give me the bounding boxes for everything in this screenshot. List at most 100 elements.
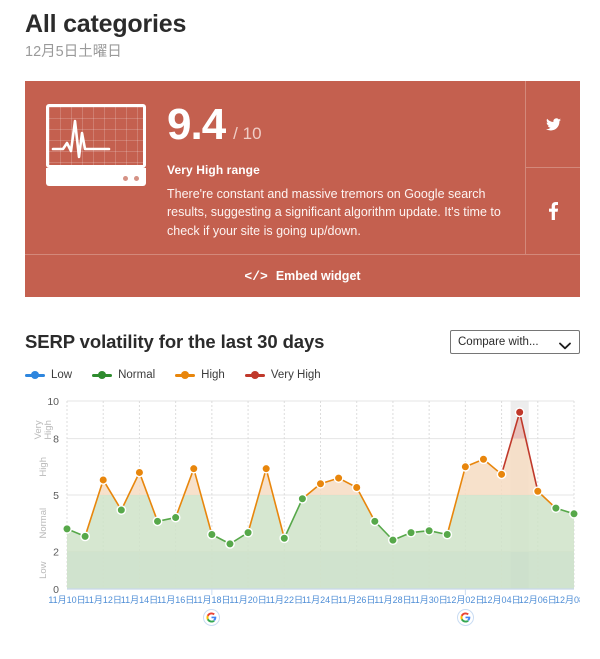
x-tick-label: 11月24日	[302, 595, 339, 605]
google-update-icon[interactable]	[456, 609, 474, 626]
band-label-normal: Normal	[38, 508, 49, 539]
data-point[interactable]	[188, 463, 199, 474]
twitter-icon	[545, 117, 561, 131]
legend-marker-icon	[244, 370, 265, 380]
data-point[interactable]	[333, 473, 344, 483]
chart-plot-area: 0 2 5 8 10 Very High High Normal Low 11月10日 11月12日 1…	[25, 393, 580, 626]
data-point[interactable]	[134, 467, 145, 478]
y-tick-label: 8	[53, 434, 59, 446]
x-tick-label: 11月12日	[85, 595, 122, 605]
data-point[interactable]	[388, 535, 398, 546]
data-point[interactable]	[532, 486, 543, 497]
data-point[interactable]	[569, 508, 579, 519]
data-point[interactable]	[514, 407, 525, 418]
score-value: 9.4	[167, 100, 226, 149]
facebook-icon	[548, 202, 558, 220]
share-column	[525, 81, 580, 254]
score-description: There're constant and massive tremors on…	[167, 187, 501, 238]
legend-item-normal[interactable]: Normal	[92, 369, 155, 381]
legend-item-very-high[interactable]: Very High	[244, 369, 321, 381]
embed-widget-label: Embed widget	[275, 269, 361, 283]
monitor-heartbeat-icon	[46, 104, 146, 186]
legend-label: Normal	[118, 369, 156, 381]
x-tick-label: 11月28日	[374, 595, 411, 605]
data-point[interactable]	[152, 516, 163, 527]
x-tick-label: 11月18日	[193, 595, 230, 605]
score-row: 9.4 / 10	[167, 103, 503, 147]
code-icon: </>	[244, 268, 268, 284]
data-point[interactable]	[279, 533, 290, 544]
score-max: / 10	[233, 124, 262, 143]
x-tick-label: 12月08日	[555, 595, 580, 605]
chart-legend: Low Normal High Very High	[25, 369, 580, 381]
data-point[interactable]	[351, 482, 362, 493]
legend-item-low[interactable]: Low	[25, 369, 72, 381]
data-point[interactable]	[206, 529, 217, 540]
x-tick-label: 11月10日	[48, 595, 85, 605]
legend-marker-icon	[92, 370, 113, 380]
y-tick-label: 5	[53, 490, 59, 502]
band-label-high: High	[38, 457, 49, 477]
legend-marker-icon	[25, 370, 45, 380]
x-tick-label: 12月04日	[483, 595, 521, 605]
legend-label: Low	[51, 369, 73, 381]
legend-label: Very High	[270, 369, 321, 381]
compare-select-wrap: Compare with...	[450, 330, 580, 354]
page-date: 12月5日土曜日	[25, 43, 122, 60]
data-point[interactable]	[62, 523, 72, 534]
data-point[interactable]	[116, 505, 127, 515]
x-tick-label: 11月26日	[338, 595, 375, 605]
svg-text:High: High	[38, 457, 49, 477]
x-tick-label: 11月14日	[121, 595, 158, 605]
score-range-label: Very High range	[167, 163, 260, 177]
data-point[interactable]	[80, 531, 91, 542]
monitor-led-2	[134, 176, 139, 181]
chart-card: SERP volatility for the last 30 days Com…	[25, 330, 580, 626]
band-label-low: Low	[38, 561, 49, 579]
monitor-base	[46, 168, 146, 186]
compare-with-select[interactable]: Compare with...	[450, 330, 580, 354]
y-tick-label: 10	[47, 396, 59, 408]
data-point[interactable]	[261, 463, 272, 474]
volatility-score-banner: 9.4 / 10 Very High range There're consta…	[25, 81, 580, 297]
chart-header: SERP volatility for the last 30 days Com…	[25, 330, 580, 354]
legend-marker-icon	[175, 370, 196, 380]
share-twitter-button[interactable]	[526, 81, 580, 167]
banner-score-area: 9.4 / 10 Very High range There're consta…	[167, 81, 525, 254]
monitor-screen	[46, 104, 146, 168]
data-point[interactable]	[369, 516, 380, 527]
band-label-very-high: Very High	[33, 420, 54, 440]
page-header: All categories 12月5日土曜日	[0, 0, 600, 61]
svg-text:Normal: Normal	[38, 508, 49, 539]
x-tick-label: 12月06日	[519, 595, 557, 605]
legend-item-high[interactable]: High	[175, 369, 225, 381]
data-point[interactable]	[170, 512, 181, 523]
data-point[interactable]	[98, 475, 109, 485]
y-tick-label: 2	[53, 546, 59, 558]
banner-icon-area	[25, 81, 167, 254]
serp-volatility-page: All categories 12月5日土曜日 9.4 / 10 Very Hi…	[0, 0, 600, 659]
x-tick-label: 11月30日	[410, 595, 447, 605]
legend-label: High	[201, 369, 225, 381]
data-point[interactable]	[442, 529, 453, 540]
embed-widget-button[interactable]: </> Embed widget	[25, 254, 580, 297]
data-point[interactable]	[478, 454, 489, 465]
data-point[interactable]	[406, 527, 416, 538]
x-tick-label: 12月02日	[446, 595, 484, 605]
data-point[interactable]	[460, 461, 471, 472]
data-point[interactable]	[297, 493, 308, 504]
x-tick-label: 11月20日	[229, 595, 266, 605]
svg-text:Low: Low	[38, 561, 49, 579]
data-point[interactable]	[496, 469, 507, 480]
page-title: All categories	[25, 10, 187, 38]
data-point[interactable]	[243, 527, 253, 538]
x-tick-label: 11月22日	[266, 595, 303, 605]
banner-main-row: 9.4 / 10 Very High range There're consta…	[25, 81, 580, 254]
data-point[interactable]	[424, 525, 435, 536]
share-facebook-button[interactable]	[526, 167, 580, 254]
data-point[interactable]	[550, 503, 561, 514]
data-point[interactable]	[225, 538, 235, 549]
data-point[interactable]	[315, 478, 326, 489]
volatility-line-chart: 025810Very HighHighNormalLow11月10日11月12日1…	[33, 396, 580, 605]
chart-title: SERP volatility for the last 30 days	[25, 331, 325, 352]
